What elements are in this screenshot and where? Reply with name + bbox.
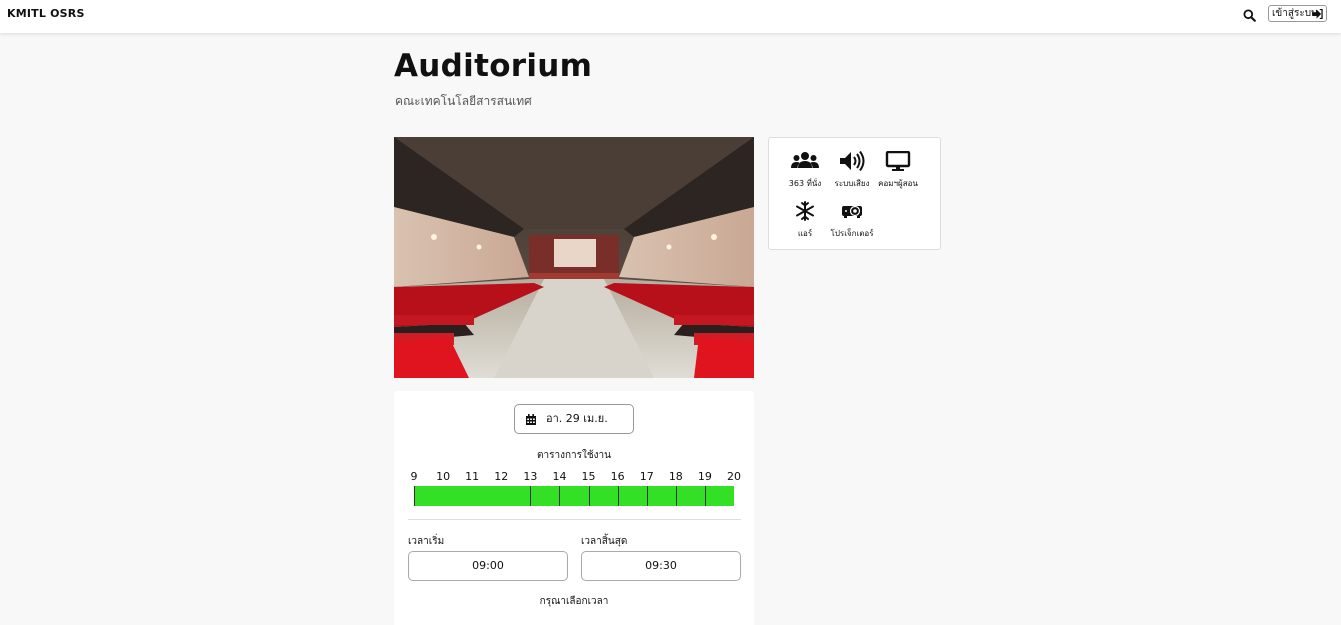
page-title: Auditorium <box>394 48 593 84</box>
booking-panel: อา. 29 เม.ย. ตารางการใช้งาน 9 10 11 12 13 14 1… <box>394 391 754 625</box>
timeline-tick <box>559 486 561 506</box>
amenity-instructor-pc: คอมฯผู้สอน <box>873 151 923 190</box>
end-time-input[interactable]: 09:30 <box>581 551 741 581</box>
amenity-label: แอร์ <box>797 229 813 238</box>
users-icon <box>791 152 819 168</box>
hour-label: 12 <box>494 470 509 483</box>
timeline-tick <box>588 486 590 506</box>
search-icon[interactable] <box>1243 7 1257 22</box>
login-label: เข้าสู่ระบบ <box>1272 8 1318 19</box>
hour-label: 11 <box>465 470 480 483</box>
monitor-icon <box>885 151 911 171</box>
timeline-tick <box>646 486 648 506</box>
availability-timeline[interactable] <box>414 486 734 506</box>
hour-label: 17 <box>639 470 654 483</box>
select-time-hint: กรุณาเลือกเวลา <box>539 596 609 607</box>
amenity-label: ระบบเสียง <box>834 179 870 188</box>
hour-label: 18 <box>668 470 683 483</box>
hour-label: 14 <box>552 470 567 483</box>
faculty-subtitle: คณะเทคโนโลยีสารสนเทศ <box>395 94 532 108</box>
amenity-projector: โปรเจ็กเตอร์ <box>827 201 877 240</box>
sign-in-icon <box>1312 9 1323 19</box>
hour-label: 13 <box>523 470 538 483</box>
amenity-aircon: แอร์ <box>780 201 830 240</box>
date-label: อา. 29 เม.ย. <box>546 412 608 425</box>
timeline-tick <box>704 486 706 506</box>
brand-logo[interactable]: KMITL OSRS <box>7 7 85 20</box>
amenity-seats: 363 ที่นั่ง <box>780 151 830 190</box>
calendar-icon <box>526 414 536 425</box>
amenity-label: โปรเจ็กเตอร์ <box>830 229 874 238</box>
amenity-label: 363 ที่นั่ง <box>788 179 822 188</box>
timeline-tick <box>675 486 677 506</box>
end-time-label: เวลาสิ้นสุด <box>581 536 628 547</box>
timeline-tick <box>414 486 415 506</box>
auditorium-photo <box>394 137 754 378</box>
hour-label: 10 <box>436 470 451 483</box>
amenity-sound: ระบบเสียง <box>827 151 877 190</box>
amenity-label: คอมฯผู้สอน <box>878 179 918 188</box>
schedule-label: ตารางการใช้งาน <box>536 450 612 461</box>
navbar: KMITL OSRS เข้าสู่ระบบ <box>0 0 1341 33</box>
hour-label: 9 <box>410 470 418 483</box>
amenities-card: 363 ที่นั่ง ระบบเสียง คอมฯผู้สอน แอร์ โป… <box>768 137 941 250</box>
start-time-label: เวลาเริ่ม <box>408 536 445 547</box>
hour-label: 20 <box>727 470 741 483</box>
date-picker-button[interactable]: อา. 29 เม.ย. <box>514 404 634 434</box>
timeline-tick <box>617 486 619 506</box>
projector-icon <box>842 205 862 218</box>
timeline-tick <box>530 486 532 506</box>
snowflake-icon <box>796 201 814 221</box>
divider <box>408 519 741 520</box>
hour-label: 16 <box>610 470 625 483</box>
volume-icon <box>840 151 865 171</box>
hour-label: 19 <box>697 470 712 483</box>
login-button[interactable]: เข้าสู่ระบบ <box>1268 5 1327 22</box>
hour-label: 15 <box>581 470 596 483</box>
start-time-input[interactable]: 09:00 <box>408 551 568 581</box>
